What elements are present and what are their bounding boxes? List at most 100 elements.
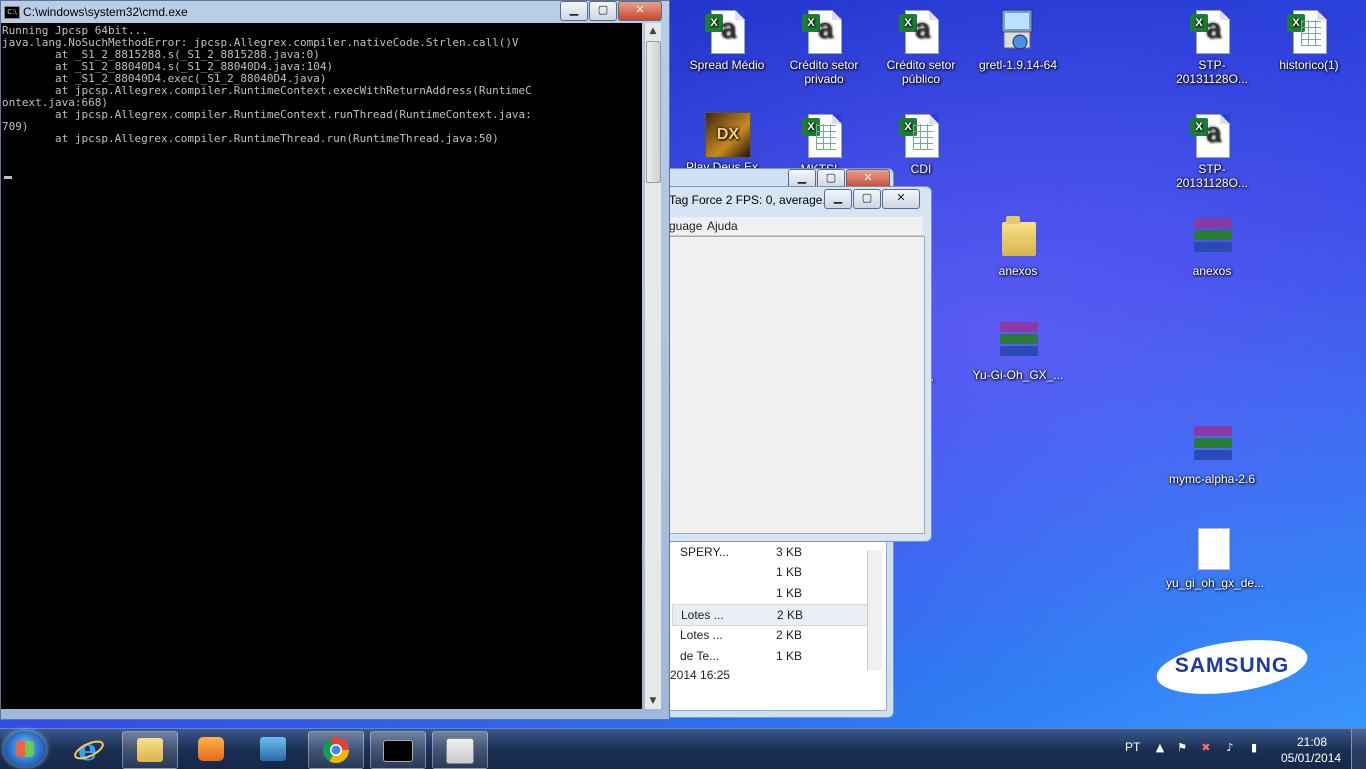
samsung-logo: SAMSUNG	[1153, 631, 1311, 703]
taskbar: e PT ▲ ⚑ ✖ ♪ ▮ 21:08 05/01/2014	[0, 728, 1366, 769]
signal-icon[interactable]: ▮	[1248, 742, 1260, 754]
desktop-icon-gretl[interactable]: gretl-1.9.14-64	[972, 8, 1064, 72]
volume-icon[interactable]: ♪	[1224, 742, 1236, 754]
excel-icon: Xa	[897, 8, 945, 56]
media-player-icon	[198, 737, 224, 761]
cmd-icon	[383, 740, 413, 762]
desktop-icon-stp-2[interactable]: Xa STP-20131128O...	[1166, 112, 1258, 190]
desktop-icon-label: anexos	[998, 264, 1038, 278]
desktop-icon-credito-publico[interactable]: Xa Crédito setor público	[875, 8, 967, 86]
desktop-icon-anexos-folder[interactable]: anexos	[972, 214, 1064, 278]
menu-ajuda[interactable]: Ajuda	[707, 219, 738, 233]
desktop-icon-label: Crédito setor público	[886, 58, 956, 86]
show-desktop-button[interactable]	[1351, 729, 1366, 769]
close-button[interactable]: ✕	[618, 1, 662, 21]
game-icon: DX	[703, 110, 751, 158]
brand-logo-text: SAMSUNG	[1174, 654, 1290, 678]
cmd-window[interactable]: C:\ C:\windows\system32\cmd.exe ▁ ▢ ✕ Ru…	[0, 0, 670, 720]
minimize-button[interactable]: ▁	[824, 189, 852, 209]
clock-date[interactable]: 05/01/2014	[1281, 751, 1341, 765]
desktop-icon-label: gretl-1.9.14-64	[978, 58, 1058, 72]
desktop-icon-label: mymc-alpha-2.6	[1168, 472, 1256, 486]
window-title: Tag Force 2 FPS: 0, average...	[669, 193, 833, 207]
chrome-icon	[322, 737, 350, 764]
desktop-icon-credito-privado[interactable]: Xa Crédito setor privado	[778, 8, 870, 86]
internet-explorer-icon: e	[74, 733, 104, 768]
desktop-icon-label: STP-20131128O...	[1176, 162, 1248, 190]
excel-icon: Xa	[703, 8, 751, 56]
jpcsp-window[interactable]: Tag Force 2 FPS: 0, average... ▁ ▢ ✕ gua…	[662, 186, 932, 542]
desktop-icon-stp-1[interactable]: Xa STP-20131128O...	[1166, 8, 1258, 86]
java-icon	[446, 738, 474, 764]
maximize-button[interactable]: ▢	[589, 1, 617, 21]
taskbar-chrome[interactable]	[308, 731, 364, 769]
network-app-icon	[260, 737, 286, 761]
excel-icon: X	[800, 112, 848, 160]
desktop-icon-spread-medio[interactable]: Xa Spread Médio	[681, 8, 773, 72]
desktop-icon-label: Yu-Gi-Oh_GX_...	[972, 368, 1064, 382]
console-output[interactable]: Running Jpcsp 64bit... java.lang.NoSuchM…	[1, 23, 642, 709]
explorer-status-date: 2014 16:25	[670, 668, 731, 682]
menu-language[interactable]: guage	[669, 219, 702, 233]
installer-icon	[994, 8, 1042, 56]
desktop-icon-historico[interactable]: X historico(1)	[1263, 8, 1355, 72]
clock-time[interactable]: 21:08	[1297, 735, 1327, 749]
explorer-scrollbar[interactable]	[867, 550, 882, 670]
folder-icon	[994, 214, 1042, 262]
desktop-icon-label: anexos	[1192, 264, 1232, 278]
file-row[interactable]: de Te... 1 KB	[672, 646, 872, 666]
desktop-icon-label: Spread Médio	[689, 58, 765, 72]
cmd-icon[interactable]: C:\	[4, 6, 20, 19]
file-row[interactable]: SPERY... 3 KB	[672, 542, 872, 562]
show-hidden-icons-chevron-icon[interactable]: ▲	[1154, 742, 1166, 754]
excel-icon: X	[897, 112, 945, 160]
text-cursor	[4, 176, 12, 179]
menu-bar: guage Ajuda	[669, 217, 923, 236]
scroll-down-arrow-icon[interactable]: ▼	[645, 693, 661, 709]
excel-icon: Xa	[800, 8, 848, 56]
console-text: Running Jpcsp 64bit... java.lang.NoSuchM…	[2, 24, 532, 145]
start-button[interactable]	[4, 731, 46, 767]
maximize-button[interactable]: ▢	[853, 189, 881, 209]
scrollbar-thumb[interactable]	[646, 41, 661, 183]
file-icon	[1188, 526, 1236, 574]
taskbar-java[interactable]	[432, 731, 488, 769]
folder-icon	[137, 738, 163, 762]
desktop-icon-anexos-rar[interactable]: anexos	[1166, 214, 1258, 278]
desktop-icon-yugioh-rar[interactable]: Yu-Gi-Oh_GX_...	[972, 318, 1064, 382]
desktop-icon-cdi[interactable]: X CDI	[875, 112, 967, 176]
excel-icon: Xa	[1188, 8, 1236, 56]
desktop-icon-label: STP-20131128O...	[1176, 58, 1248, 86]
winrar-archive-icon	[994, 318, 1042, 366]
window-title: C:\windows\system32\cmd.exe	[23, 5, 188, 19]
excel-icon: Xa	[1188, 112, 1236, 160]
taskbar-internet-explorer[interactable]: e	[62, 731, 116, 768]
file-row[interactable]: Lotes ... 2 KB	[672, 625, 872, 645]
taskbar-cmd[interactable]	[370, 731, 426, 769]
file-row-selected[interactable]: Lotes ... 2 KB	[672, 604, 874, 626]
desktop-icon-label: Crédito setor privado	[789, 58, 859, 86]
desktop-icon-label: yu_gi_oh_gx_de...	[1166, 576, 1265, 590]
action-center-icon[interactable]: ⚑	[1176, 742, 1188, 754]
close-button[interactable]: ✕	[882, 189, 920, 209]
emulator-display[interactable]	[669, 236, 925, 534]
taskbar-media-player[interactable]	[184, 731, 238, 767]
desktop-icon-deus-ex[interactable]: DX Play Deus Ex...	[681, 110, 773, 174]
scroll-up-arrow-icon[interactable]: ▲	[645, 23, 661, 39]
taskbar-network-app[interactable]	[246, 731, 300, 767]
desktop-icon-label: historico(1)	[1279, 58, 1339, 72]
svg-text:e: e	[78, 733, 97, 766]
winrar-archive-icon	[1188, 214, 1236, 262]
console-scrollbar[interactable]: ▲ ▼	[644, 23, 661, 709]
desktop-icon-yugioh-file[interactable]: yu_gi_oh_gx_de...	[1166, 526, 1265, 590]
minimize-button[interactable]: ▁	[560, 1, 588, 21]
file-row[interactable]: 1 KB	[672, 562, 872, 582]
desktop-icon-mktsi[interactable]: X MKTSI...	[778, 112, 870, 176]
excel-icon: X	[1285, 8, 1333, 56]
language-indicator[interactable]: PT	[1125, 740, 1140, 754]
desktop-icon-mymc[interactable]: mymc-alpha-2.6	[1166, 422, 1258, 486]
winrar-archive-icon	[1188, 422, 1236, 470]
network-error-icon[interactable]: ✖	[1200, 742, 1212, 754]
taskbar-windows-explorer[interactable]	[122, 731, 178, 769]
file-row[interactable]: 1 KB	[672, 583, 872, 603]
